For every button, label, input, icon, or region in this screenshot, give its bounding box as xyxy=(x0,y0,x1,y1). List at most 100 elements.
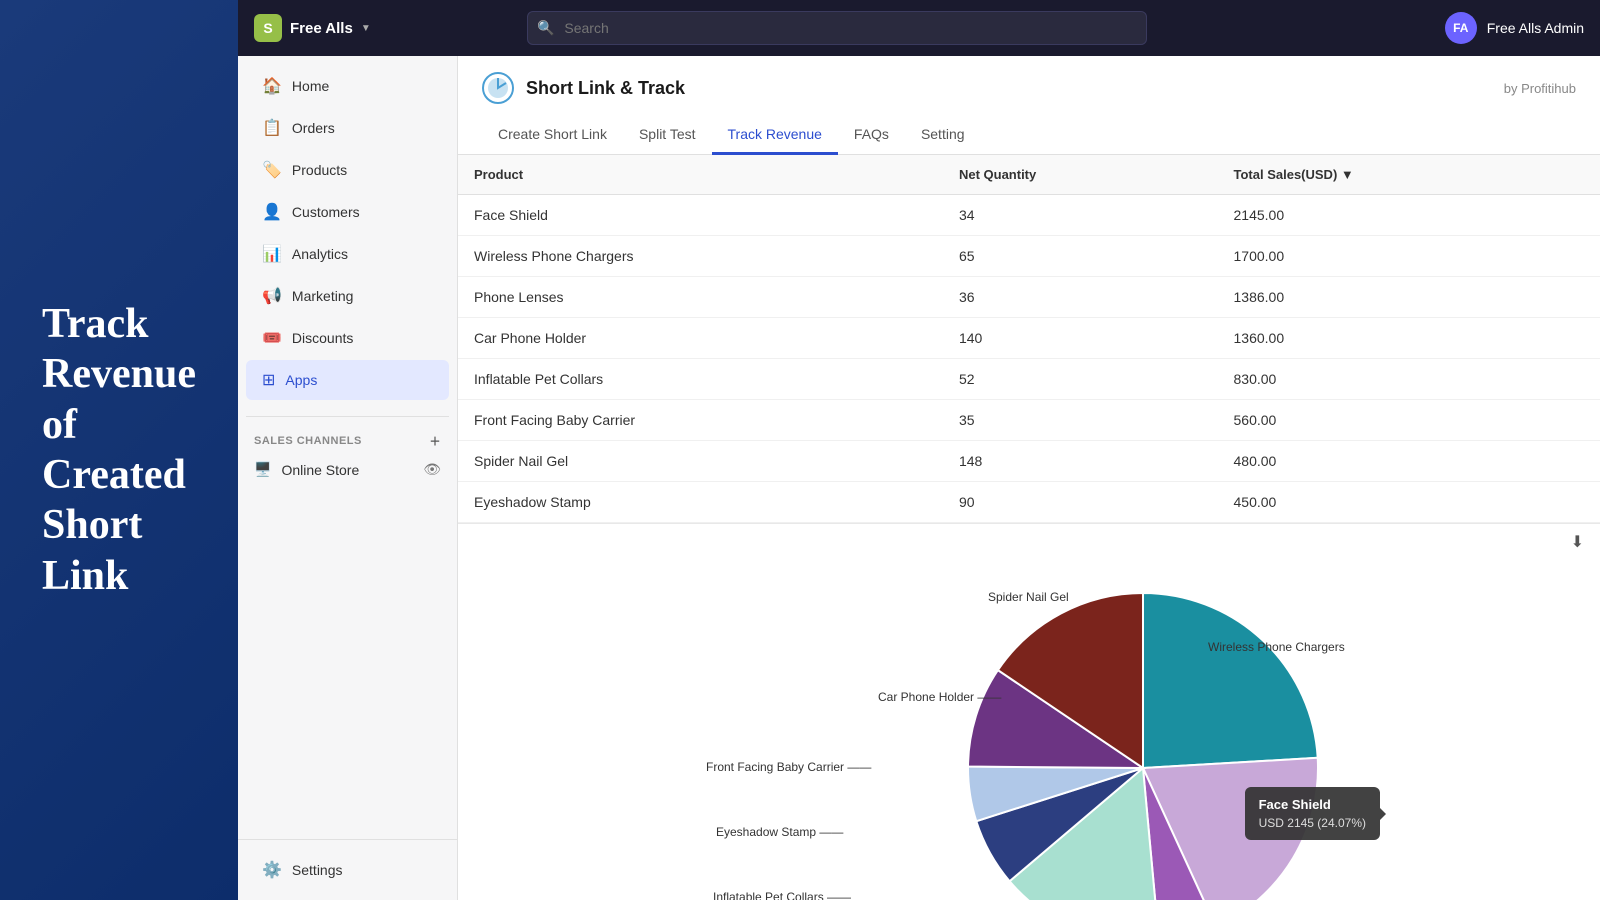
col-total-sales[interactable]: Total Sales(USD) ▼ xyxy=(1218,155,1600,195)
col-product: Product xyxy=(458,155,943,195)
sidebar-item-customers[interactable]: 👤 Customers xyxy=(246,192,449,232)
table-footer: ⬇ xyxy=(458,523,1600,560)
tooltip-title: Face Shield xyxy=(1259,797,1366,812)
app-header: Short Link & Track by Profitihub Create … xyxy=(458,56,1600,155)
table-row: Wireless Phone Chargers 65 1700.00 xyxy=(458,236,1600,277)
sidebar-item-marketing[interactable]: 📢 Marketing xyxy=(246,276,449,316)
cell-qty: 52 xyxy=(943,359,1218,400)
by-profithub: by Profitihub xyxy=(1504,81,1576,96)
pie-container: Spider Nail Gel Wireless Phone Chargers … xyxy=(458,560,1600,900)
store-logo[interactable]: S Free Alls ▼ xyxy=(254,14,371,42)
tab-split-test[interactable]: Split Test xyxy=(623,116,712,155)
store-name: Free Alls xyxy=(290,20,353,37)
cell-qty: 34 xyxy=(943,195,1218,236)
cell-sales: 1360.00 xyxy=(1218,318,1600,359)
table-container: Product Net Quantity Total Sales(USD) ▼ … xyxy=(458,155,1600,560)
cell-product: Face Shield xyxy=(458,195,943,236)
sidebar-bottom: ⚙️ Settings xyxy=(238,839,457,900)
table-row: Inflatable Pet Collars 52 830.00 xyxy=(458,359,1600,400)
revenue-table: Product Net Quantity Total Sales(USD) ▼ … xyxy=(458,155,1600,523)
chart-area: Spider Nail Gel Wireless Phone Chargers … xyxy=(458,560,1600,900)
eye-icon[interactable]: 👁 xyxy=(423,461,441,478)
top-nav: S Free Alls ▼ 🔍 FA Free Alls Admin xyxy=(238,0,1600,56)
cell-sales: 1700.00 xyxy=(1218,236,1600,277)
label-wireless-chargers: Wireless Phone Chargers xyxy=(1208,640,1345,654)
chevron-down-icon: ▼ xyxy=(361,23,371,34)
table-row: Eyeshadow Stamp 90 450.00 xyxy=(458,482,1600,523)
sidebar-item-discounts[interactable]: 🎟️ Discounts xyxy=(246,318,449,358)
user-area: FA Free Alls Admin xyxy=(1445,12,1584,44)
add-sales-channel-icon[interactable]: ＋ xyxy=(430,433,442,449)
sidebar-item-home[interactable]: 🏠 Home xyxy=(246,66,449,106)
cell-sales: 450.00 xyxy=(1218,482,1600,523)
label-eyeshadow: Eyeshadow Stamp —— xyxy=(716,825,843,839)
sidebar-item-apps[interactable]: ⊞ Apps xyxy=(246,360,449,400)
sidebar-item-label: Marketing xyxy=(292,288,353,304)
sidebar-item-settings[interactable]: ⚙️ Settings xyxy=(246,850,449,890)
settings-label: Settings xyxy=(292,862,343,878)
tooltip-arrow xyxy=(1380,808,1386,820)
cell-product: Wireless Phone Chargers xyxy=(458,236,943,277)
sidebar-item-online-store[interactable]: 🖥️ Online Store 👁 xyxy=(238,453,457,486)
tab-create-short-link[interactable]: Create Short Link xyxy=(482,116,623,155)
cell-sales: 830.00 xyxy=(1218,359,1600,400)
sidebar-item-label: Discounts xyxy=(292,330,353,346)
label-car-phone-holder: Car Phone Holder —— xyxy=(878,690,1001,704)
sidebar-item-orders[interactable]: 📋 Orders xyxy=(246,108,449,148)
search-input[interactable] xyxy=(527,11,1147,45)
left-overlay: Track Revenue of Created Short Link xyxy=(0,0,238,900)
sidebar-item-label: Orders xyxy=(292,120,335,136)
app-title: Short Link & Track xyxy=(526,78,685,99)
cell-sales: 1386.00 xyxy=(1218,277,1600,318)
sidebar-item-analytics[interactable]: 📊 Analytics xyxy=(246,234,449,274)
search-bar-container: 🔍 xyxy=(527,11,1147,45)
cell-product: Phone Lenses xyxy=(458,277,943,318)
left-text: Track Revenue of Created Short Link xyxy=(22,279,216,621)
sidebar-item-label: Products xyxy=(292,162,347,178)
cell-sales: 480.00 xyxy=(1218,441,1600,482)
cell-qty: 35 xyxy=(943,400,1218,441)
discounts-icon: 🎟️ xyxy=(262,328,282,348)
download-icon[interactable]: ⬇ xyxy=(1571,532,1584,552)
sidebar-item-label: Home xyxy=(292,78,329,94)
apps-icon: ⊞ xyxy=(262,370,275,390)
cell-product: Car Phone Holder xyxy=(458,318,943,359)
cell-qty: 65 xyxy=(943,236,1218,277)
sidebar-item-label: Customers xyxy=(292,204,360,220)
sales-channels-label: SALES CHANNELS xyxy=(254,435,362,447)
cell-sales: 560.00 xyxy=(1218,400,1600,441)
table-row: Front Facing Baby Carrier 35 560.00 xyxy=(458,400,1600,441)
marketing-icon: 📢 xyxy=(262,286,282,306)
online-store-actions: 👁 xyxy=(423,461,441,478)
search-icon: 🔍 xyxy=(537,20,554,37)
analytics-icon: 📊 xyxy=(262,244,282,264)
tab-faqs[interactable]: FAQs xyxy=(838,116,905,155)
sidebar-item-products[interactable]: 🏷️ Products xyxy=(246,150,449,190)
customers-icon: 👤 xyxy=(262,202,282,222)
pie-chart-svg xyxy=(953,578,1333,900)
user-name: Free Alls Admin xyxy=(1487,20,1584,36)
online-store-label: Online Store xyxy=(281,462,359,478)
cell-qty: 90 xyxy=(943,482,1218,523)
orders-icon: 📋 xyxy=(262,118,282,138)
products-icon: 🏷️ xyxy=(262,160,282,180)
sort-icon: ▼ xyxy=(1341,167,1354,182)
table-row: Spider Nail Gel 148 480.00 xyxy=(458,441,1600,482)
col-net-qty[interactable]: Net Quantity xyxy=(943,155,1218,195)
cell-product: Spider Nail Gel xyxy=(458,441,943,482)
cell-qty: 36 xyxy=(943,277,1218,318)
table-row: Car Phone Holder 140 1360.00 xyxy=(458,318,1600,359)
main-row: 🏠 Home 📋 Orders 🏷️ Products 👤 Customers … xyxy=(238,56,1600,900)
sales-channels-section: SALES CHANNELS ＋ xyxy=(238,423,457,453)
app-logo-icon xyxy=(482,72,514,104)
cell-product: Eyeshadow Stamp xyxy=(458,482,943,523)
table-row: Phone Lenses 36 1386.00 xyxy=(458,277,1600,318)
app-tabs: Create Short Link Split Test Track Reven… xyxy=(482,116,1576,154)
pie-segment[interactable] xyxy=(1143,593,1318,768)
cell-qty: 148 xyxy=(943,441,1218,482)
tab-setting[interactable]: Setting xyxy=(905,116,981,155)
tab-track-revenue[interactable]: Track Revenue xyxy=(712,116,838,155)
label-spider-nail-gel: Spider Nail Gel xyxy=(988,590,1069,604)
sidebar: 🏠 Home 📋 Orders 🏷️ Products 👤 Customers … xyxy=(238,56,458,900)
cell-product: Front Facing Baby Carrier xyxy=(458,400,943,441)
